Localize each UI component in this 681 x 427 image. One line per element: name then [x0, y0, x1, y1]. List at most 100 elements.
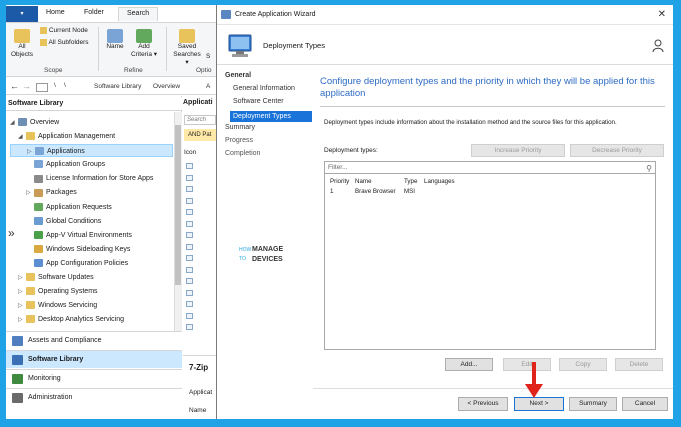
nav-item[interactable]: Global Conditions	[10, 215, 173, 228]
close-icon[interactable]: ✕	[658, 9, 666, 20]
application-row-icon[interactable]	[186, 232, 193, 238]
list-search-input[interactable]: Search	[184, 115, 216, 125]
application-row-icon[interactable]	[186, 301, 193, 307]
back-arrow-icon[interactable]: ←	[10, 81, 19, 91]
saved-searches-button[interactable]: Saved Searches ▾	[172, 29, 202, 67]
nav-item[interactable]: ▷ Desktop Analytics Servicing	[10, 313, 173, 326]
truncated-button-label[interactable]: S	[206, 53, 210, 61]
nav-item[interactable]: ▷ Software Updates	[10, 271, 173, 284]
application-row-icon[interactable]	[186, 324, 193, 330]
nav-item[interactable]: ▷ Applications	[10, 144, 173, 159]
delete-button[interactable]: Delete	[615, 358, 663, 371]
wizard-content: Configure deployment types and the prior…	[313, 66, 673, 396]
nav-item-label: Desktop Analytics Servicing	[38, 316, 124, 324]
icon-column-header[interactable]: Icon	[184, 149, 196, 156]
expand-arrow-icon[interactable]: ▷	[18, 314, 26, 327]
collapse-chevron-icon[interactable]: »	[8, 226, 15, 240]
workspace-label: Software Library	[28, 356, 84, 363]
application-row-icon[interactable]	[186, 312, 193, 319]
nav-item[interactable]: ◢ Overview	[10, 116, 173, 129]
column-header-name[interactable]: Name	[355, 178, 372, 185]
workspace-button[interactable]: Assets and Compliance	[6, 331, 182, 349]
name-label: Name	[106, 43, 124, 50]
nav-item[interactable]: ◢ Application Management	[10, 130, 173, 143]
application-row-icon[interactable]	[186, 220, 193, 227]
application-row-icon[interactable]	[186, 174, 193, 181]
application-row-icon[interactable]	[186, 289, 193, 296]
nav-item[interactable]: App-V Virtual Environments	[10, 229, 173, 242]
workspace-label: Monitoring	[28, 375, 61, 382]
expand-arrow-icon[interactable]: ◢	[10, 117, 18, 130]
application-row-icon[interactable]	[186, 278, 193, 284]
nav-item[interactable]: License Information for Store Apps	[10, 172, 173, 185]
breadcrumb-truncated[interactable]: A	[206, 83, 210, 90]
red-arrow-annotation	[525, 362, 543, 398]
detail-divider	[183, 355, 216, 356]
current-node-option[interactable]: Current Node	[40, 27, 88, 34]
nav-item-icon	[26, 315, 35, 324]
search-criteria-bar[interactable]: AND Pat	[184, 129, 216, 141]
nav-item-label: Operating Systems	[38, 288, 98, 296]
workspace-button[interactable]: Administration	[6, 388, 182, 406]
breadcrumb-overview[interactable]: Overview	[153, 83, 180, 90]
nav-item[interactable]: ▷ Packages	[10, 186, 173, 199]
tab-home[interactable]: Home	[46, 9, 65, 16]
tab-search[interactable]: Search	[118, 7, 159, 21]
nav-pane-title: Software Library	[6, 97, 182, 111]
increase-priority-button[interactable]: Increase Priority	[471, 144, 565, 157]
howtomanagedevices-logo: HOW TO MANAGE DEVICES	[239, 246, 283, 263]
all-subfolders-option[interactable]: All Subfolders	[40, 39, 89, 46]
cancel-button[interactable]: Cancel	[622, 397, 668, 411]
address-bar: ← → \ \ Software Library Overview A	[6, 79, 216, 95]
application-row-icon[interactable]	[186, 186, 193, 192]
application-row-icon[interactable]	[186, 243, 193, 250]
nav-item[interactable]: Application Requests	[10, 201, 173, 214]
expand-arrow-icon[interactable]: ◢	[18, 131, 26, 144]
expand-arrow-icon[interactable]: ▷	[18, 272, 26, 285]
nav-item[interactable]: Application Groups	[10, 158, 173, 171]
filter-input[interactable]: Filter... ⚲	[324, 161, 656, 174]
nav-item-label: App-V Virtual Environments	[46, 231, 132, 239]
nav-item-label: Windows Sideloading Keys	[46, 245, 131, 253]
application-row-icon[interactable]	[186, 197, 193, 204]
breadcrumb-software-library[interactable]: Software Library	[94, 83, 141, 90]
heading-separator	[320, 106, 665, 107]
detail-line: Name	[189, 407, 207, 414]
forward-arrow-icon[interactable]: →	[22, 81, 31, 91]
nav-item[interactable]: App Configuration Policies	[10, 257, 173, 270]
add-button[interactable]: Add...	[445, 358, 493, 371]
nav-item[interactable]: ▷ Operating Systems	[10, 285, 173, 298]
name-button[interactable]: Name	[104, 29, 126, 51]
expand-arrow-icon[interactable]: ▷	[18, 300, 26, 313]
application-row-icon[interactable]	[186, 209, 193, 215]
expand-arrow-icon[interactable]: ▷	[27, 146, 35, 159]
nav-item-icon	[34, 259, 43, 268]
nav-item[interactable]: ▷ Windows Servicing	[10, 299, 173, 312]
workspace-button[interactable]: Monitoring	[6, 369, 182, 387]
previous-button[interactable]: < Previous	[458, 397, 508, 411]
nav-item-label: Application Groups	[46, 161, 106, 169]
column-header-priority[interactable]: Priority	[330, 178, 349, 185]
decrease-priority-button[interactable]: Decrease Priority	[570, 144, 664, 157]
column-header-type[interactable]: Type	[404, 178, 417, 185]
copy-button[interactable]: Copy	[559, 358, 607, 371]
tab-folder[interactable]: Folder	[84, 9, 104, 16]
expand-arrow-icon[interactable]: ▷	[18, 286, 26, 299]
application-row-icon[interactable]	[186, 163, 193, 169]
add-criteria-button[interactable]: Add Criteria ▾	[130, 29, 158, 59]
all-objects-button[interactable]: All Objects	[11, 29, 33, 59]
column-header-languages[interactable]: Languages	[424, 178, 455, 185]
expand-arrow-icon[interactable]: ▷	[26, 187, 34, 200]
table-row[interactable]: 1 Brave Browser MSI	[325, 186, 655, 198]
app-menu-button[interactable]: ▾	[6, 6, 38, 22]
saved-searches-label: Saved Searches ▾	[173, 43, 201, 66]
summary-button[interactable]: Summary	[569, 397, 617, 411]
nav-item-icon	[26, 287, 35, 296]
nav-item[interactable]: Windows Sideloading Keys	[10, 243, 173, 256]
nav-scrollbar-thumb[interactable]	[175, 125, 181, 285]
application-row-icon[interactable]	[186, 266, 193, 273]
application-row-icon[interactable]	[186, 255, 193, 261]
workspace-button[interactable]: Software Library	[6, 350, 182, 368]
nav-item-icon	[26, 132, 35, 141]
search-icon[interactable]: ⚲	[646, 163, 652, 174]
